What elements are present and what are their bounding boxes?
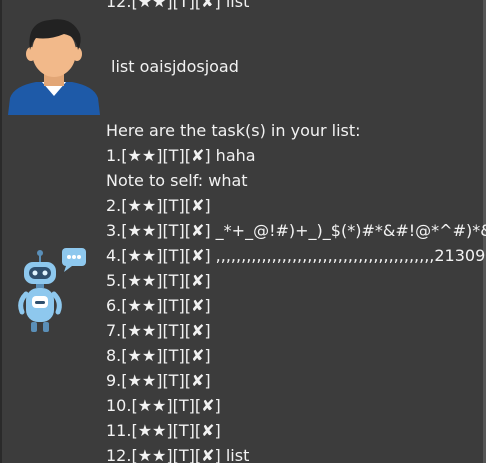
chat-window: 12.[★★][T][✘] list list oaisjdosjoad Her… — [0, 0, 486, 463]
robot-avatar-icon — [18, 246, 88, 338]
previous-message-tail: 12.[★★][T][✘] list — [106, 0, 250, 11]
task-line: 12.[★★][T][✘] list — [106, 446, 250, 463]
task-line: 5.[★★][T][✘] — [106, 271, 211, 290]
task-line: 10.[★★][T][✘] — [106, 396, 221, 415]
bot-message-heading: Here are the task(s) in your list: — [106, 121, 361, 140]
task-line: 2.[★★][T][✘] — [106, 196, 211, 215]
user-message-text: list oaisjdosjoad — [111, 57, 239, 76]
task-line: 8.[★★][T][✘] — [106, 346, 211, 365]
task-line: 6.[★★][T][✘] — [106, 296, 211, 315]
task-line: 9.[★★][T][✘] — [106, 371, 211, 390]
task-note: Note to self: what — [106, 171, 248, 190]
window-left-border — [0, 0, 2, 463]
task-line: 4.[★★][T][✘] ,,,,,,,,,,,,,,,,,,,,,,,,,,,… — [106, 246, 486, 265]
task-line: 3.[★★][T][✘] _*+_@!#)+_)_$(*)#*&#!@*^#)*… — [106, 221, 486, 240]
task-line: 7.[★★][T][✘] — [106, 321, 211, 340]
user-avatar-icon — [6, 12, 102, 115]
task-line: 11.[★★][T][✘] — [106, 421, 221, 440]
task-line: 1.[★★][T][✘] haha — [106, 146, 256, 165]
